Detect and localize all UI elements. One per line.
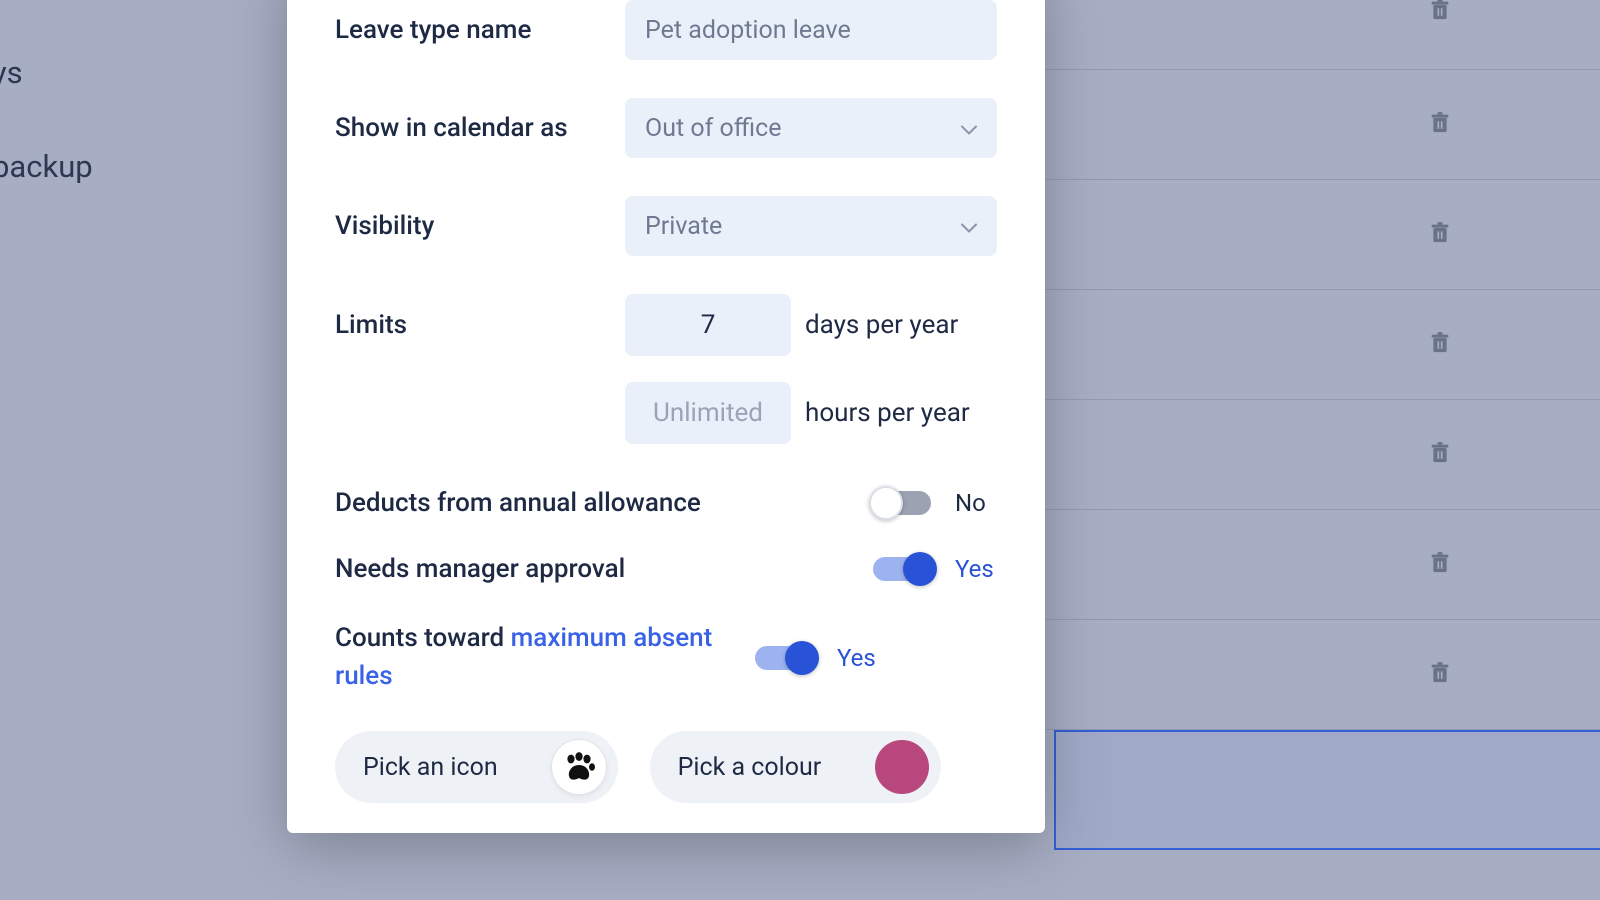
counts-value: Yes bbox=[837, 644, 879, 672]
colour-swatch bbox=[875, 740, 929, 794]
leave-type-modal: Leave type name Show in calendar as Out … bbox=[287, 0, 1045, 833]
deducts-label: Deducts from annual allowance bbox=[335, 488, 873, 518]
deducts-value: No bbox=[955, 489, 997, 517]
delete-icon[interactable] bbox=[1430, 331, 1450, 359]
bg-list-row bbox=[1044, 0, 1600, 70]
limits-hours-suffix: hours per year bbox=[805, 398, 970, 428]
bg-sidebar-text-fragment-backup: backup bbox=[0, 148, 93, 185]
limits-days-suffix: days per year bbox=[805, 310, 958, 340]
visibility-select-value: Private bbox=[645, 212, 722, 241]
delete-icon[interactable] bbox=[1430, 111, 1450, 139]
paw-icon bbox=[552, 740, 606, 794]
calendar-select-value: Out of office bbox=[645, 114, 781, 143]
delete-icon[interactable] bbox=[1430, 441, 1450, 469]
bg-list-row bbox=[1044, 290, 1600, 400]
colour-picker[interactable]: Pick a colour bbox=[650, 731, 942, 803]
calendar-select[interactable]: Out of office bbox=[625, 98, 997, 158]
icon-picker-label: Pick an icon bbox=[363, 753, 498, 782]
bg-list-row bbox=[1044, 620, 1600, 730]
delete-icon[interactable] bbox=[1430, 0, 1450, 26]
bg-list-row bbox=[1044, 510, 1600, 620]
approval-label: Needs manager approval bbox=[335, 554, 873, 584]
bg-list-row-selected[interactable] bbox=[1054, 730, 1600, 850]
bg-list-row bbox=[1044, 400, 1600, 510]
leave-type-name-input[interactable] bbox=[625, 0, 997, 60]
icon-picker[interactable]: Pick an icon bbox=[335, 731, 618, 803]
approval-toggle[interactable] bbox=[873, 557, 931, 581]
bg-list-row bbox=[1044, 70, 1600, 180]
delete-icon[interactable] bbox=[1430, 551, 1450, 579]
bg-sidebar-text-fragment-ys: ys bbox=[0, 54, 23, 91]
delete-icon[interactable] bbox=[1430, 221, 1450, 249]
bg-list bbox=[1044, 0, 1600, 850]
name-label: Leave type name bbox=[335, 15, 625, 45]
counts-toggle[interactable] bbox=[755, 646, 813, 670]
counts-label: Counts toward maximum absent rules bbox=[335, 620, 755, 695]
calendar-label: Show in calendar as bbox=[335, 113, 625, 143]
bg-list-row bbox=[1044, 180, 1600, 290]
deducts-toggle[interactable] bbox=[873, 491, 931, 515]
visibility-label: Visibility bbox=[335, 211, 625, 241]
delete-icon[interactable] bbox=[1430, 661, 1450, 689]
counts-label-prefix: Counts toward bbox=[335, 623, 511, 653]
visibility-select[interactable]: Private bbox=[625, 196, 997, 256]
chevron-down-icon bbox=[961, 212, 977, 241]
limits-label: Limits bbox=[335, 310, 625, 340]
limits-hours-input[interactable] bbox=[625, 382, 791, 444]
limits-days-input[interactable] bbox=[625, 294, 791, 356]
chevron-down-icon bbox=[961, 114, 977, 143]
approval-value: Yes bbox=[955, 555, 997, 583]
colour-picker-label: Pick a colour bbox=[678, 753, 822, 782]
